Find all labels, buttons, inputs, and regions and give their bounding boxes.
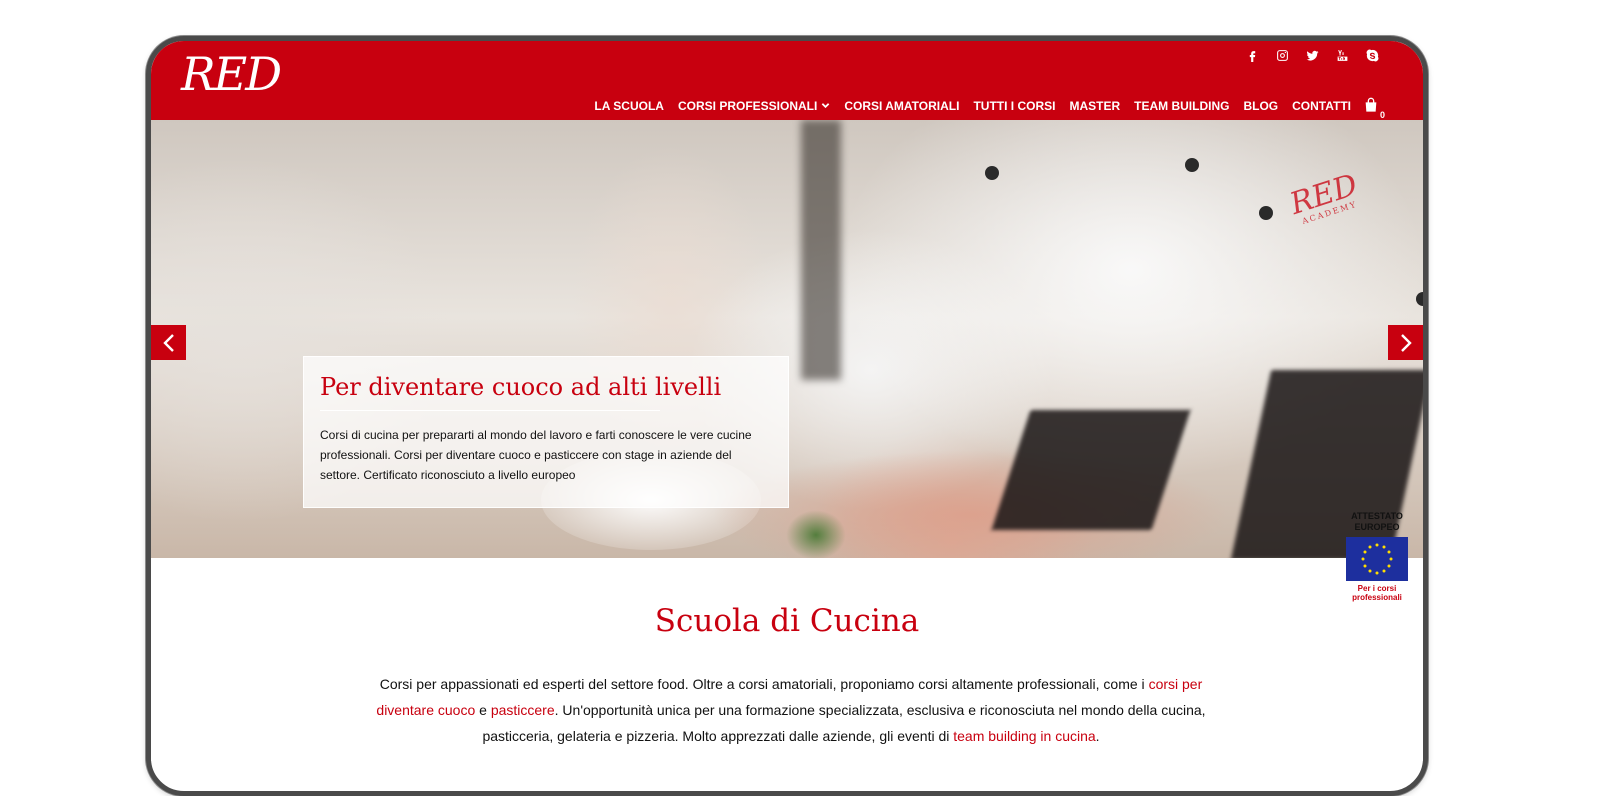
chevron-down-icon [821, 99, 830, 113]
hero-photo-shadow [801, 120, 841, 380]
nav-item-tutti-i-corsi[interactable]: TUTTI I CORSI [973, 99, 1055, 113]
coat-embroidered-logo: RED ACADEMY [1286, 167, 1364, 227]
coat-button [1259, 206, 1273, 220]
eu-badge-title-line: EUROPEO [1354, 522, 1400, 532]
link-team-building[interactable]: team building in cucina [953, 728, 1095, 744]
nav-item-master[interactable]: MASTER [1069, 99, 1120, 113]
youtube-icon[interactable] [1335, 48, 1349, 62]
coat-button [1416, 292, 1423, 306]
eu-certificate-badge[interactable]: ATTESTATO EUROPEO Per i corsi profession… [1344, 511, 1410, 602]
slider-prev-button[interactable] [151, 325, 186, 360]
slide-caption: Per diventare cuoco ad alti livelli Cors… [303, 356, 789, 508]
coat-button [985, 166, 999, 180]
facebook-icon[interactable] [1245, 48, 1259, 62]
logo-text: RED [181, 47, 282, 101]
slide-caption-title: Per diventare cuoco ad alti livelli [320, 373, 721, 411]
cart-button[interactable]: 0 [1363, 97, 1385, 120]
slider-next-button[interactable] [1388, 325, 1423, 360]
nav-label: TEAM BUILDING [1134, 99, 1230, 113]
instagram-icon[interactable] [1275, 48, 1289, 62]
main-navigation: LA SCUOLA CORSI PROFESSIONALI CORSI AMAT… [594, 97, 1385, 120]
nav-label: TUTTI I CORSI [973, 99, 1056, 113]
nav-label: CORSI PROFESSIONALI [677, 99, 818, 113]
nav-item-corsi-professionali[interactable]: CORSI PROFESSIONALI [678, 99, 830, 113]
nav-item-corsi-amatoriali[interactable]: CORSI AMATORIALI [844, 99, 959, 113]
site-header: RED LA SCUOLA CORSI PROFESSIONALI CORSI … [151, 41, 1423, 120]
nav-label: MASTER [1069, 99, 1121, 113]
eu-badge-title: ATTESTATO EUROPEO [1344, 511, 1410, 533]
intro-paragraph: Corsi per appassionati ed esperti del se… [361, 671, 1221, 749]
eu-badge-caption-line: professionali [1352, 593, 1402, 602]
nav-item-contatti[interactable]: CONTATTI [1292, 99, 1351, 113]
main-content: Scuola di Cucina Corsi per appassionati … [151, 561, 1423, 761]
nav-item-team-building[interactable]: TEAM BUILDING [1134, 99, 1229, 113]
device-frame: RED LA SCUOLA CORSI PROFESSIONALI CORSI … [146, 36, 1428, 796]
site-logo[interactable]: RED [181, 51, 282, 97]
website-screen: RED LA SCUOLA CORSI PROFESSIONALI CORSI … [151, 41, 1423, 791]
social-links [1245, 48, 1379, 62]
intro-text: . [1095, 728, 1100, 744]
eu-badge-caption: Per i corsi professionali [1344, 584, 1410, 602]
nav-item-blog[interactable]: BLOG [1243, 99, 1278, 113]
section-heading: Scuola di Cucina [654, 603, 920, 639]
intro-text: Corsi per appassionati ed esperti del se… [379, 676, 1149, 692]
eu-badge-caption-line: Per i corsi [1357, 584, 1397, 593]
hero-divider [151, 558, 1423, 559]
shopping-bag-icon [1365, 97, 1377, 112]
eu-flag-icon [1346, 537, 1408, 581]
twitter-icon[interactable] [1305, 48, 1319, 62]
link-pasticcere[interactable]: pasticcere [491, 702, 555, 718]
intro-text: e [475, 702, 491, 718]
eu-badge-title-line: ATTESTATO [1351, 511, 1403, 521]
chevron-right-icon [1400, 333, 1412, 352]
hero-photo-herbs [786, 510, 846, 558]
nav-label: CONTATTI [1292, 99, 1351, 113]
cart-count: 0 [1379, 110, 1385, 120]
nav-label: CORSI AMATORIALI [844, 99, 960, 113]
nav-item-la-scuola[interactable]: LA SCUOLA [594, 99, 664, 113]
nav-label: BLOG [1243, 99, 1279, 113]
nav-label: LA SCUOLA [594, 99, 664, 113]
slide-caption-text: Corsi di cucina per prepararti al mondo … [320, 427, 752, 482]
coat-button [1185, 158, 1199, 172]
skype-icon[interactable] [1365, 48, 1379, 62]
hero-slider: RED ACADEMY Per diventare cuoco ad alti … [151, 120, 1423, 558]
chevron-left-icon [162, 333, 174, 352]
